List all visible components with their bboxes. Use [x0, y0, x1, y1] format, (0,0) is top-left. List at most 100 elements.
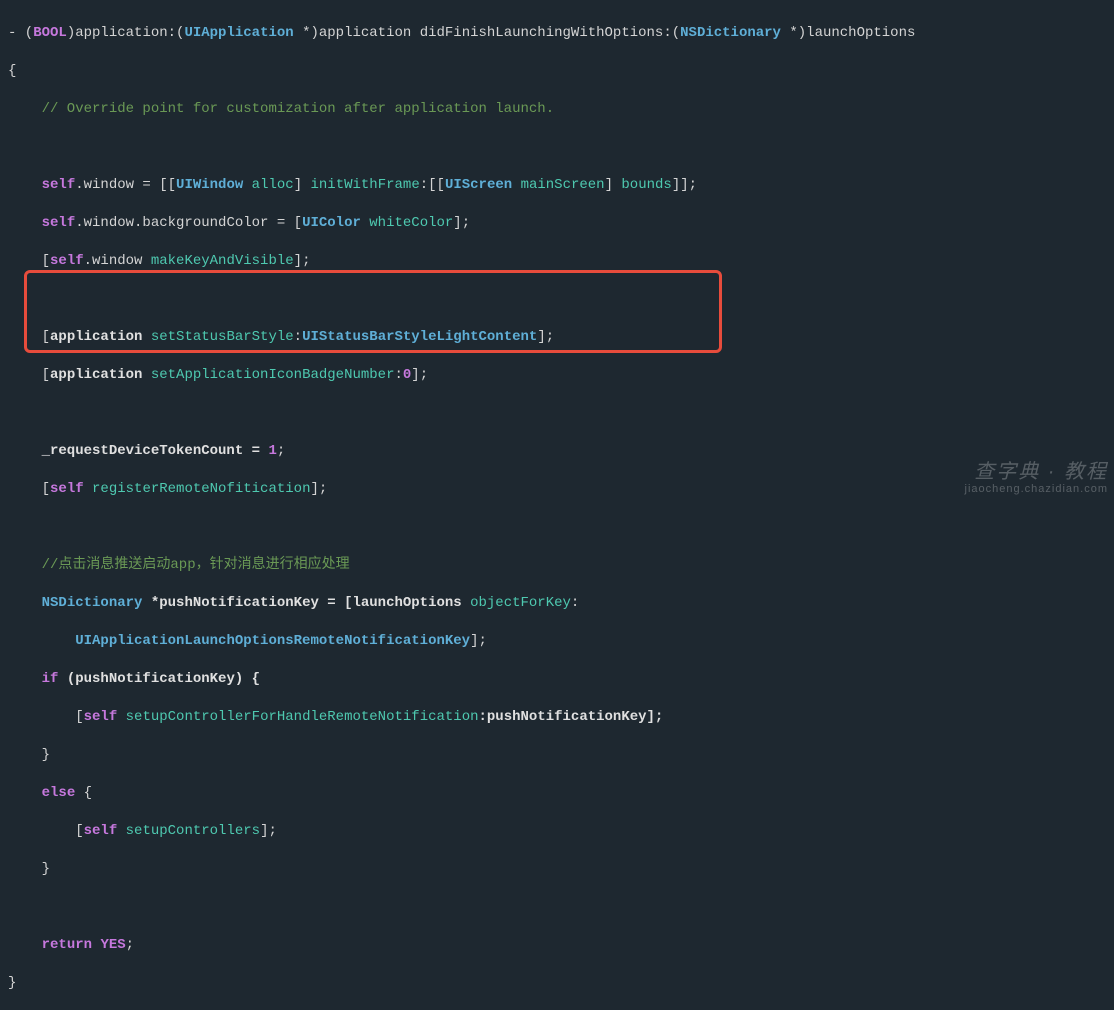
- token: *)application didFinishLaunchingWithOpti…: [294, 25, 680, 41]
- token-method: setupControllerForHandleRemoteNotificati…: [126, 709, 479, 725]
- token: :[[: [420, 177, 445, 193]
- token: [: [8, 481, 50, 497]
- code-line: [8, 290, 1114, 309]
- token: [8, 633, 75, 649]
- code-line: return YES;: [8, 936, 1114, 955]
- code-line: }: [8, 746, 1114, 765]
- token: [8, 671, 42, 687]
- token-keyword: else: [42, 785, 76, 801]
- token: .window.backgroundColor = [: [75, 215, 302, 231]
- code-editor[interactable]: - (BOOL)application:(UIApplication *)app…: [0, 5, 1114, 1010]
- token: ];: [537, 329, 554, 345]
- token-type: BOOL: [33, 25, 67, 41]
- token: :: [294, 329, 302, 345]
- token-method: bounds: [621, 177, 671, 193]
- code-line: }: [8, 974, 1114, 993]
- token: ];: [260, 823, 277, 839]
- token-method: setupControllers: [126, 823, 260, 839]
- token: [8, 785, 42, 801]
- token-keyword: self: [42, 215, 76, 231]
- token: ;: [126, 937, 134, 953]
- code-line: self.window.backgroundColor = [UIColor w…: [8, 214, 1114, 233]
- token-method: objectForKey: [470, 595, 571, 611]
- token: ];: [411, 367, 428, 383]
- token: ];: [470, 633, 487, 649]
- token-keyword: self: [50, 481, 84, 497]
- code-line: [self.window makeKeyAndVisible];: [8, 252, 1114, 271]
- token-type: NSDictionary: [42, 595, 143, 611]
- token: _requestDeviceTokenCount =: [8, 443, 268, 459]
- token: }: [8, 747, 50, 763]
- token-comment: //点击消息推送启动app，针对消息进行相应处理: [8, 557, 350, 573]
- token-keyword: self: [84, 709, 118, 725]
- code-line: [8, 518, 1114, 537]
- code-line: [application setApplicationIconBadgeNumb…: [8, 366, 1114, 385]
- token: ];: [310, 481, 327, 497]
- token: *)launchOptions: [781, 25, 915, 41]
- code-line: else {: [8, 784, 1114, 803]
- token: ];: [453, 215, 470, 231]
- token: - (: [8, 25, 33, 41]
- token: ]: [294, 177, 311, 193]
- token-type: UIScreen: [445, 177, 512, 193]
- token: [512, 177, 520, 193]
- code-line: [8, 898, 1114, 917]
- token: ;: [277, 443, 285, 459]
- token: )application:(: [67, 25, 185, 41]
- token: ]];: [672, 177, 697, 193]
- token: }: [8, 861, 50, 877]
- token: :: [571, 595, 579, 611]
- code-line: [8, 138, 1114, 157]
- token-method: initWithFrame: [311, 177, 420, 193]
- token-type: UIApplication: [184, 25, 293, 41]
- code-line: self.window = [[UIWindow alloc] initWith…: [8, 176, 1114, 195]
- token-number: 1: [268, 443, 276, 459]
- token-method: registerRemoteNofitication: [92, 481, 310, 497]
- token: [8, 215, 42, 231]
- token-keyword: self: [50, 253, 84, 269]
- token-const: UIStatusBarStyleLightContent: [302, 329, 537, 345]
- token-method: makeKeyAndVisible: [151, 253, 294, 269]
- token: [8, 937, 42, 953]
- token: {: [75, 785, 92, 801]
- code-line: [8, 404, 1114, 423]
- token-keyword: if: [42, 671, 59, 687]
- token: {: [8, 63, 16, 79]
- token: (pushNotificationKey) {: [58, 671, 260, 687]
- code-line: // Override point for customization afte…: [8, 100, 1114, 119]
- code-line: [self setupControllerForHandleRemoteNoti…: [8, 708, 1114, 727]
- token-keyword: return: [42, 937, 92, 953]
- token: ];: [294, 253, 311, 269]
- code-line: }: [8, 860, 1114, 879]
- token: *pushNotificationKey = [launchOptions: [142, 595, 470, 611]
- token: application: [50, 367, 142, 383]
- token: .window: [84, 253, 151, 269]
- token: [142, 367, 150, 383]
- token: [: [8, 253, 50, 269]
- token-const: YES: [100, 937, 125, 953]
- code-line: {: [8, 62, 1114, 81]
- token: [: [8, 823, 84, 839]
- token: [117, 823, 125, 839]
- token: :: [394, 367, 402, 383]
- code-line: [application setStatusBarStyle:UIStatusB…: [8, 328, 1114, 347]
- code-line: NSDictionary *pushNotificationKey = [lau…: [8, 594, 1114, 613]
- token-type: UIColor: [302, 215, 361, 231]
- token-keyword: self: [84, 823, 118, 839]
- token-method: mainScreen: [521, 177, 605, 193]
- token: [117, 709, 125, 725]
- token: [142, 329, 150, 345]
- token-method: whiteColor: [369, 215, 453, 231]
- code-line: [self setupControllers];: [8, 822, 1114, 841]
- token: application: [50, 329, 142, 345]
- token-comment: // Override point for customization afte…: [8, 101, 554, 117]
- token: [8, 177, 42, 193]
- token: [: [8, 367, 50, 383]
- token-type: UIWindow: [176, 177, 243, 193]
- code-line: _requestDeviceTokenCount = 1;: [8, 442, 1114, 461]
- token: .window = [[: [75, 177, 176, 193]
- token: ]: [605, 177, 622, 193]
- token: [: [8, 329, 50, 345]
- code-line: - (BOOL)application:(UIApplication *)app…: [8, 24, 1114, 43]
- code-line: //点击消息推送启动app，针对消息进行相应处理: [8, 556, 1114, 575]
